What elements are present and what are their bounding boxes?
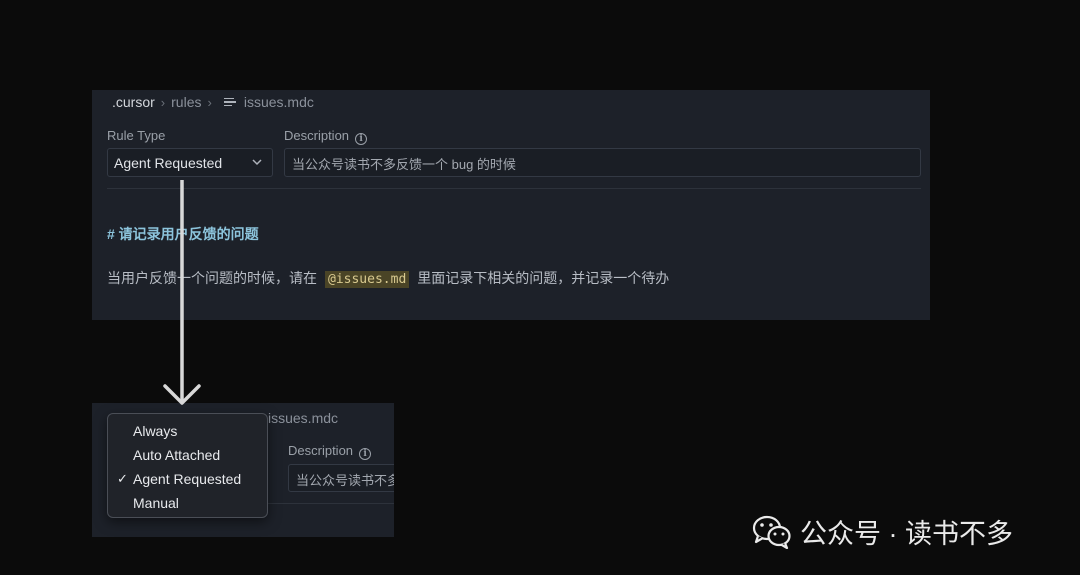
info-icon[interactable]: i	[355, 133, 368, 145]
checkmark-icon: ✓	[117, 471, 128, 486]
dropdown-option-agent-requested[interactable]: ✓ Agent Requested	[117, 471, 242, 487]
wechat-icon	[752, 515, 791, 549]
arrow-down-icon	[163, 180, 201, 405]
body-text-after: 里面记录下相关的问题，并记录一个待办	[417, 270, 670, 286]
breadcrumb-file[interactable]: issues.mdc	[244, 94, 314, 110]
description-input[interactable]: 当公众号读书不多反馈一个 bug 的时候	[284, 148, 921, 177]
chevron-right-icon: ›	[160, 94, 166, 110]
body-text-before: 当用户反馈一个问题的时候，请在	[107, 270, 317, 286]
rule-type-select[interactable]: Agent Requested	[107, 148, 273, 177]
dropdown-option-auto-attached[interactable]: Auto Attached	[133, 447, 220, 463]
watermark: 公众号 · 读书不多	[752, 512, 1013, 551]
dropdown-option-manual[interactable]: Manual	[133, 495, 179, 511]
info-icon[interactable]: i	[359, 448, 372, 460]
description-label-zoomed: Description	[288, 443, 354, 458]
description-input-zoomed[interactable]: 当公众号读书不多反馈一个 bug 的时候	[288, 464, 394, 492]
divider	[107, 188, 921, 189]
description-label-row-zoomed: Description i	[288, 443, 372, 460]
description-label: Description	[284, 128, 350, 143]
description-label-row: Description i	[284, 128, 368, 145]
dropdown-option-agent-requested-label: Agent Requested	[133, 471, 242, 487]
breadcrumb-rules[interactable]: rules	[171, 94, 201, 110]
watermark-text: 公众号 · 读书不多	[800, 519, 1013, 549]
chevron-right-icon: ›	[207, 94, 212, 110]
rule-type-label: Rule Type	[107, 128, 166, 143]
rule-type-dropdown-menu: Always Auto Attached ✓ Agent Requested Ma…	[107, 413, 268, 518]
breadcrumb-cursor[interactable]: .cursor	[112, 94, 155, 110]
file-lines-icon	[223, 97, 236, 108]
rule-editor-panel: .cursor › rules › issues.mdc Rule Type A…	[92, 90, 930, 320]
rule-type-value: Agent Requested	[114, 154, 223, 171]
dropdown-option-always[interactable]: Always	[133, 423, 177, 439]
file-mention[interactable]: @issues.md	[325, 271, 410, 288]
breadcrumb: .cursor › rules › issues.mdc	[112, 94, 314, 110]
breadcrumb-file-zoomed[interactable]: issues.mdc	[268, 410, 338, 426]
chevron-down-icon	[252, 159, 262, 166]
